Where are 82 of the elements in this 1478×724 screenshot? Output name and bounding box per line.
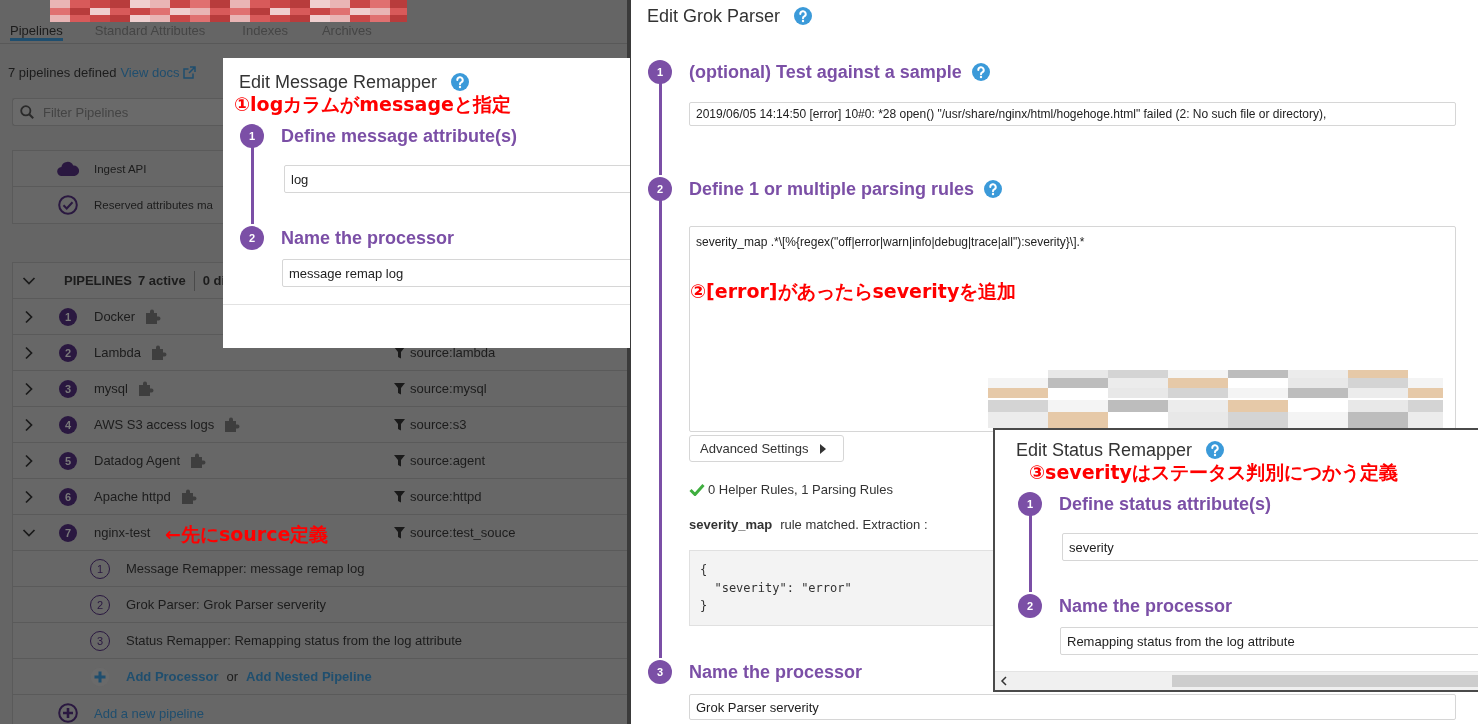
pipeline-name[interactable]: Datadog Agent bbox=[94, 453, 181, 468]
step-title: Name the processor bbox=[689, 661, 863, 683]
match-text: rule matched. Extraction : bbox=[780, 516, 928, 532]
pipeline-filter: source:agent bbox=[410, 453, 486, 468]
add-processor-link[interactable]: Add Processor bbox=[126, 669, 219, 684]
panel-title: Edit Grok Parser bbox=[647, 5, 781, 27]
pipeline-filter: source:test_souce bbox=[410, 525, 516, 540]
text-field[interactable]: message remap log bbox=[282, 259, 630, 287]
source-name: Reserved attributes ma bbox=[94, 199, 213, 211]
pipeline-name[interactable]: nginx-test bbox=[94, 525, 151, 540]
search-icon bbox=[20, 105, 34, 119]
text-field[interactable]: severity bbox=[1062, 533, 1478, 561]
pipeline-number: 2 bbox=[59, 343, 77, 362]
filter-icon bbox=[394, 382, 405, 395]
pipeline-filter: source:lambda bbox=[410, 345, 496, 360]
step-title: Name the processor bbox=[1059, 595, 1233, 617]
annotation-text: ②[error]があったらseverityを追加 bbox=[690, 279, 1017, 304]
pipeline-name[interactable]: Docker bbox=[94, 309, 136, 324]
pipeline-filter: source:httpd bbox=[410, 489, 482, 504]
help-icon bbox=[1206, 441, 1225, 459]
help-icon bbox=[794, 7, 813, 25]
add-pipeline-link[interactable]: Add a new pipeline bbox=[94, 705, 204, 721]
step-number: 2 bbox=[1018, 594, 1042, 618]
dialog-title: Edit Message Remapper bbox=[239, 71, 438, 93]
pipeline-number: 6 bbox=[59, 487, 77, 506]
add-nested-pipeline-link[interactable]: Add Nested Pipeline bbox=[246, 669, 372, 684]
section-title: PIPELINES bbox=[64, 273, 132, 288]
pipeline-filter: source:mysql bbox=[410, 381, 487, 396]
processor-name[interactable]: Grok Parser: Grok Parser serverity bbox=[126, 597, 327, 612]
docs-link[interactable]: View docs bbox=[120, 64, 180, 80]
pipeline-number: 5 bbox=[59, 451, 77, 470]
pipeline-filter: source:s3 bbox=[410, 417, 467, 432]
pipeline-name[interactable]: mysql bbox=[94, 381, 128, 396]
or-text: or bbox=[226, 669, 239, 684]
active-count: 7 active bbox=[137, 273, 186, 288]
cloud-icon bbox=[57, 161, 79, 176]
help-icon bbox=[451, 73, 470, 91]
dialog-title: Edit Status Remapper bbox=[1016, 439, 1193, 461]
text-field[interactable]: Grok Parser serverity bbox=[689, 694, 1456, 720]
annotation-text: ③severityはステータス判別につかう定義 bbox=[1029, 462, 1399, 484]
rules-status: 0 Helper Rules, 1 Parsing Rules bbox=[708, 481, 893, 497]
horizontal-scrollbar[interactable] bbox=[995, 671, 1478, 690]
check-circle-icon bbox=[58, 195, 78, 215]
step-number: 1 bbox=[1018, 492, 1042, 516]
annotation-text: ①logカラムがmessageと指定 bbox=[234, 94, 512, 116]
pipeline-number: 7 bbox=[59, 523, 77, 542]
step-number: 2 bbox=[648, 177, 672, 201]
chevron-down-icon bbox=[22, 275, 36, 286]
caret-right-icon bbox=[820, 443, 827, 454]
filter-icon bbox=[394, 454, 405, 467]
pipeline-name[interactable]: AWS S3 access logs bbox=[94, 417, 215, 432]
add-circle-icon bbox=[58, 703, 78, 723]
step-title: (optional) Test against a sample bbox=[689, 61, 962, 83]
step-number: 3 bbox=[648, 660, 672, 684]
rule-name: severity_map bbox=[689, 516, 773, 532]
processor-name[interactable]: Message Remapper: message remap log bbox=[126, 561, 365, 576]
text-field[interactable]: log bbox=[284, 165, 630, 193]
step-number: 2 bbox=[240, 226, 264, 250]
pipeline-number: 4 bbox=[59, 415, 77, 434]
filter-icon bbox=[394, 526, 405, 539]
scroll-left-icon bbox=[1000, 676, 1008, 686]
annotation-text: ←先にsource定義 bbox=[165, 522, 329, 547]
filter-icon bbox=[394, 490, 405, 503]
text-field[interactable]: Remapping status from the log attribute bbox=[1060, 627, 1478, 655]
step-title: Define message attribute(s) bbox=[281, 125, 518, 147]
step-title: Name the processor bbox=[281, 227, 455, 249]
pipeline-number: 1 bbox=[59, 307, 77, 326]
external-link-icon bbox=[183, 65, 197, 79]
rule-line: severity_map .*\[%{regex("off|error|warn|info|debug|trace|all"):severity}\].* bbox=[696, 235, 1085, 249]
processor-name[interactable]: Status Remapper: Remapping status from the log attribute bbox=[126, 633, 462, 648]
filter-icon bbox=[394, 418, 405, 431]
summary-text: 7 pipelines defined bbox=[8, 64, 117, 80]
advanced-settings-button[interactable]: Advanced Settings bbox=[689, 435, 844, 462]
step-number: 1 bbox=[240, 124, 264, 148]
pipeline-name[interactable]: Lambda bbox=[94, 345, 141, 360]
pipeline-name[interactable]: Apache httpd bbox=[94, 489, 171, 504]
source-name: Ingest API bbox=[94, 162, 147, 175]
step-number: 1 bbox=[648, 60, 672, 84]
sample-field[interactable]: 2019/06/05 14:14:50 [error] 10#0: *28 open() "/usr/share/nginx/html/hogehoge.html" failed (2: No such file or directory), bbox=[689, 102, 1456, 126]
step-title: Define status attribute(s) bbox=[1059, 493, 1272, 515]
step-title: Define 1 or multiple parsing rules bbox=[689, 178, 975, 200]
pipeline-number: 3 bbox=[59, 379, 77, 398]
